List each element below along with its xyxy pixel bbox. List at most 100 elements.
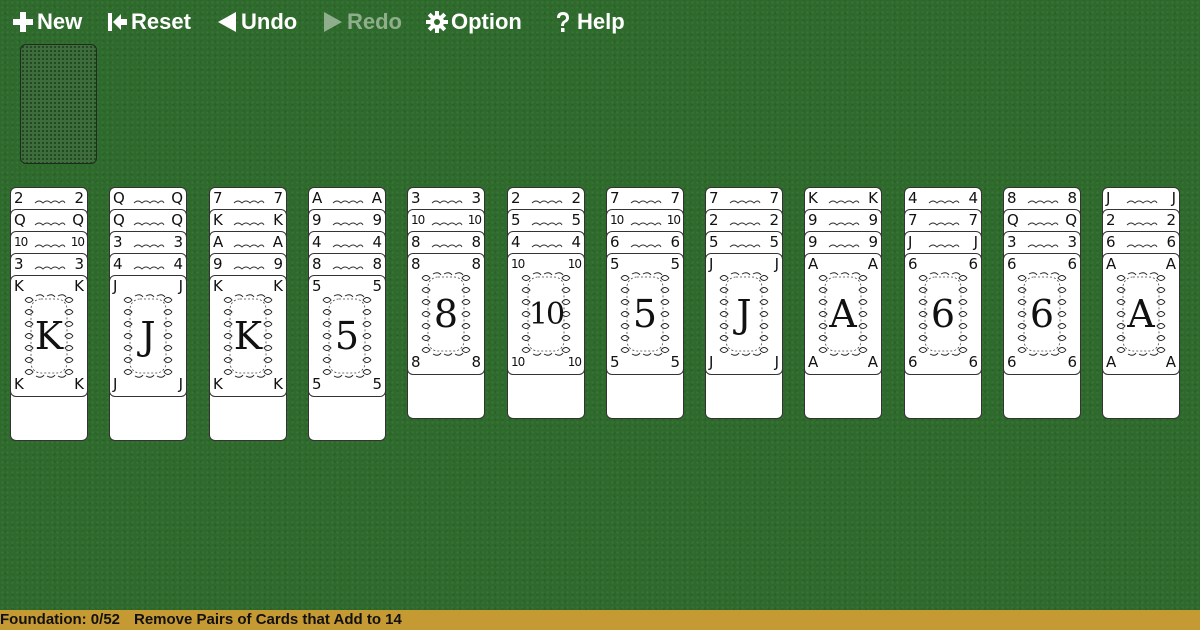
card-ornament [431, 244, 463, 248]
card-rank-corner: 10 [14, 235, 28, 249]
card-rank-corner: J [113, 277, 118, 295]
option-button[interactable]: Option [426, 8, 522, 36]
card-rank-corner: 6 [610, 233, 620, 251]
card-rank-corner: 5 [769, 233, 779, 251]
card-ornament [1126, 200, 1158, 204]
undo-label: Undo [241, 9, 298, 34]
playing-card[interactable]: J J J J J [705, 253, 783, 375]
card-face: 6 [1015, 270, 1069, 358]
card-ornament [928, 244, 960, 248]
card-rank-corner: 3 [113, 233, 123, 251]
card-rank-corner: 2 [511, 189, 521, 207]
card-ornament [1027, 200, 1059, 204]
playing-card[interactable]: 66666 [904, 253, 982, 375]
card-rank-corner: 7 [908, 211, 918, 229]
stock-pile[interactable] [20, 44, 97, 164]
status-bar: Foundation: 0/52 Remove Pairs of Cards th… [0, 610, 1200, 630]
card-rank-corner: 9 [868, 233, 878, 251]
card-rank-corner: 3 [1007, 233, 1017, 251]
card-ornament [34, 244, 66, 248]
card-rank-corner: 8 [471, 233, 481, 251]
card-ornament [34, 266, 66, 270]
card-rank-corner: 10 [666, 213, 681, 227]
card-face: K [22, 292, 76, 380]
triangle-right-icon [322, 11, 344, 33]
card-ornament [630, 244, 662, 248]
playing-card[interactable]: 10 10 10 10 10 [507, 253, 585, 375]
playing-card[interactable]: 55555 [308, 275, 386, 397]
card-rank-corner: Q [113, 211, 125, 229]
card-rank-corner: 10 [411, 213, 425, 227]
card-rank-corner: 3 [411, 189, 421, 207]
playing-card[interactable]: 55555 [606, 253, 684, 375]
card-rank-center: 5 [632, 292, 658, 336]
card-ornament [928, 222, 960, 226]
card-ornament [531, 222, 563, 226]
card-face: J [717, 270, 771, 358]
help-label: Help [577, 9, 625, 34]
undo-button[interactable]: Undo [216, 8, 297, 36]
card-ornament [630, 222, 662, 226]
card-face: 5 [618, 270, 672, 358]
card-rank-corner: 10 [70, 235, 85, 249]
card-rank-corner: J [709, 255, 714, 273]
card-rank-corner: Q [1065, 211, 1077, 229]
card-rank-center: J [736, 292, 752, 336]
foundation-count: Foundation: 0/52 [0, 611, 120, 628]
card-rank-corner: Q [14, 211, 26, 229]
playing-card[interactable]: AAAAA [1102, 253, 1180, 375]
card-rank-corner: Q [171, 211, 183, 229]
card-face: 6 [916, 270, 970, 358]
redo-label: Redo [347, 9, 402, 34]
card-ornament [233, 266, 265, 270]
card-rank-corner: 7 [670, 189, 680, 207]
card-rank-corner: 3 [74, 255, 84, 273]
redo-button[interactable]: Redo [322, 8, 402, 36]
card-rank-corner: 10 [610, 213, 624, 227]
card-rank-center: 6 [1029, 292, 1055, 336]
card-ornament [828, 244, 860, 248]
card-rank-corner: 7 [610, 189, 620, 207]
card-rank-corner: J [113, 375, 118, 393]
card-rank-corner: A [272, 233, 283, 251]
help-button[interactable]: Help [552, 8, 625, 36]
card-rank-corner: 6 [670, 233, 680, 251]
card-rank-center: 5 [334, 314, 360, 358]
playing-card[interactable]: 88888 [407, 253, 485, 375]
card-rank-corner: J [709, 353, 714, 371]
card-rank-corner: Q [113, 189, 125, 207]
card-rank-center: K [34, 314, 64, 358]
card-rank-corner: 10 [467, 213, 482, 227]
card-rank-corner: 4 [908, 189, 918, 207]
card-rank-corner: 2 [14, 189, 24, 207]
playing-card[interactable]: KKKKK [10, 275, 88, 397]
card-face: 5 [320, 292, 374, 380]
playing-card[interactable]: KKKKK [209, 275, 287, 397]
card-face: K [221, 292, 275, 380]
card-rank-center: J [140, 314, 156, 358]
toolbar: New Reset Undo Redo Option Help [0, 0, 1200, 44]
card-rank-corner: 9 [372, 211, 382, 229]
card-rank-corner: K [868, 189, 878, 207]
card-rank-corner: J [178, 375, 183, 393]
card-ornament [332, 244, 364, 248]
card-rank-corner: K [273, 211, 283, 229]
card-rank-corner: 7 [769, 189, 779, 207]
playing-card[interactable]: AAAAA [804, 253, 882, 375]
new-button[interactable]: New [12, 8, 82, 36]
card-rank-corner: 4 [571, 233, 581, 251]
card-rank-corner: 8 [1067, 189, 1077, 207]
reset-button[interactable]: Reset [106, 8, 191, 36]
playing-card[interactable]: 66666 [1003, 253, 1081, 375]
card-rank-center: 6 [930, 292, 956, 336]
card-rank-center: A [829, 292, 857, 336]
card-ornament [233, 200, 265, 204]
playing-card[interactable]: J J J J J [109, 275, 187, 397]
card-rank-corner: 3 [1067, 233, 1077, 251]
card-rank-corner: 5 [511, 211, 521, 229]
card-face: 10 [519, 270, 573, 358]
card-rank-corner: 4 [113, 255, 123, 273]
card-rank-corner: 7 [709, 189, 719, 207]
gear-icon [426, 11, 448, 33]
card-face: A [1114, 270, 1168, 358]
